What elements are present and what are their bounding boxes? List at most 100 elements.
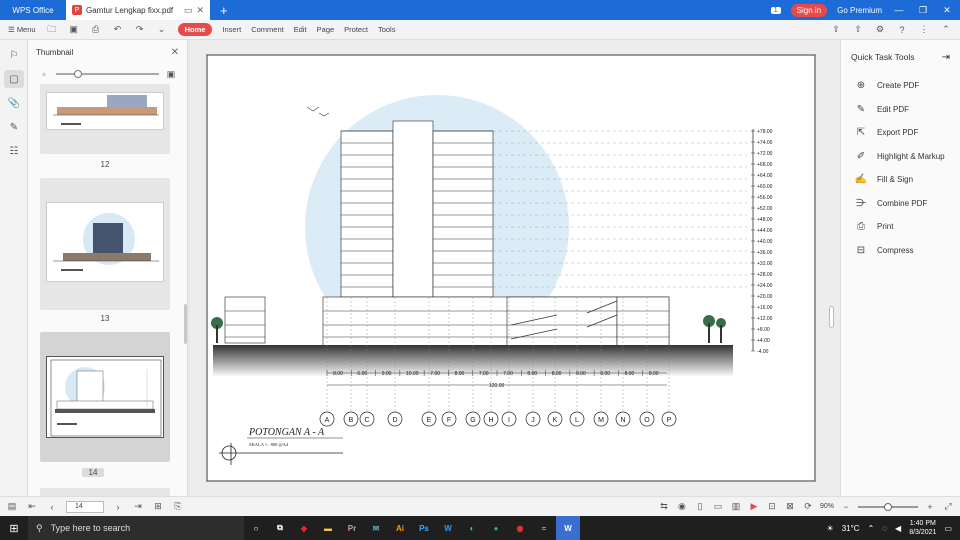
wps-taskbar-icon[interactable]: W bbox=[556, 516, 580, 540]
tab-edit[interactable]: Edit bbox=[294, 25, 307, 34]
go-premium-link[interactable]: Go Premium bbox=[837, 6, 882, 15]
attachment-icon[interactable]: 📎 bbox=[4, 94, 24, 112]
combine-pdf-tool[interactable]: ⋺ Combine PDF bbox=[841, 192, 960, 216]
mail-icon[interactable]: ✉ bbox=[364, 516, 388, 540]
thumbnail-page-13[interactable] bbox=[40, 178, 170, 310]
upload-icon[interactable]: ⇧ bbox=[852, 24, 864, 35]
add-page-icon[interactable]: ⊞ bbox=[152, 501, 164, 512]
close-thumbnail-icon[interactable]: ✕ bbox=[171, 47, 179, 58]
msi-icon[interactable]: ≈ bbox=[532, 516, 556, 540]
chrome-icon[interactable]: ◉ bbox=[508, 516, 532, 540]
open-folder-icon[interactable]: 🗀 bbox=[46, 24, 58, 35]
notification-icon[interactable]: ▭ bbox=[944, 524, 952, 533]
thumbnail-page-next[interactable] bbox=[40, 488, 170, 496]
more-icon[interactable]: ⋮ bbox=[918, 24, 930, 35]
fullscreen-icon[interactable]: ⤢ bbox=[942, 501, 954, 512]
premiere-icon[interactable]: Pr bbox=[340, 516, 364, 540]
export-pdf-tool[interactable]: ⇱ Export PDF bbox=[841, 121, 960, 145]
zoom-level[interactable]: 90% bbox=[820, 503, 834, 510]
thumbnail-page-14[interactable] bbox=[40, 332, 170, 462]
thumbnail-zoom-slider[interactable] bbox=[56, 70, 159, 78]
create-pdf-tool[interactable]: ⊕ Create PDF bbox=[841, 74, 960, 98]
network-icon[interactable]: ◌ bbox=[882, 524, 887, 533]
single-page-icon[interactable]: ▯ bbox=[694, 501, 706, 512]
print-tool[interactable]: ⎙ Print bbox=[841, 215, 960, 239]
redo-icon[interactable]: ↷ bbox=[134, 24, 146, 35]
fit-width-icon[interactable]: ⊠ bbox=[784, 501, 796, 512]
tab-home[interactable]: Home bbox=[177, 23, 213, 36]
sign-in-button[interactable]: Sign in bbox=[790, 3, 828, 17]
collapse-ribbon-icon[interactable]: ⌃ bbox=[940, 24, 952, 35]
compress-tool[interactable]: ⊟ Compress bbox=[841, 239, 960, 263]
zoom-out-icon[interactable]: − bbox=[840, 502, 852, 512]
tab-tools[interactable]: Tools bbox=[378, 25, 396, 34]
zoom-slider[interactable] bbox=[858, 502, 918, 511]
fill-sign-tool[interactable]: ✍ Fill & Sign bbox=[841, 168, 960, 192]
weather-icon[interactable]: ☀ bbox=[827, 524, 834, 533]
tab-protect[interactable]: Protect bbox=[344, 25, 368, 34]
edit-pdf-tool[interactable]: ✎ Edit PDF bbox=[841, 98, 960, 122]
illustrator-icon[interactable]: Ai bbox=[388, 516, 412, 540]
help-icon[interactable]: ? bbox=[896, 25, 908, 35]
clock[interactable]: 1:40 PM 8/3/2021 bbox=[909, 519, 936, 537]
image-large-icon[interactable]: ▣ bbox=[165, 69, 177, 79]
fit-page-icon[interactable]: ⊡ bbox=[766, 501, 778, 512]
restore-icon[interactable]: ❐ bbox=[916, 5, 930, 16]
continuous-page-icon[interactable]: ▭ bbox=[712, 501, 724, 512]
share-icon[interactable]: ⇪ bbox=[830, 24, 842, 35]
settings-icon[interactable]: ⚙ bbox=[874, 24, 886, 35]
thumbnail-icon[interactable]: ▢ bbox=[4, 70, 24, 88]
translate-icon[interactable]: ⇆ bbox=[658, 501, 670, 512]
annotation-list-icon[interactable]: ☷ bbox=[4, 142, 24, 160]
last-page-icon[interactable]: ⇥ bbox=[132, 501, 144, 512]
rotate-icon[interactable]: ⟳ bbox=[802, 501, 814, 512]
extract-icon[interactable]: ⎘ bbox=[172, 501, 184, 512]
highlight-tool[interactable]: ✐ Highlight & Markup bbox=[841, 145, 960, 169]
thumbnail-page-12[interactable] bbox=[40, 84, 170, 154]
first-page-icon[interactable]: ⇤ bbox=[26, 501, 38, 512]
tray-chevron-icon[interactable]: ⌃ bbox=[868, 524, 875, 533]
windows-start-icon[interactable]: ⊞ bbox=[0, 522, 28, 535]
tab-insert[interactable]: Insert bbox=[222, 25, 241, 34]
spotify-icon[interactable]: ● bbox=[484, 516, 508, 540]
file-explorer-icon[interactable]: ▬ bbox=[316, 516, 340, 540]
photoshop-icon[interactable]: Ps bbox=[412, 516, 436, 540]
next-page-icon[interactable]: › bbox=[112, 502, 124, 512]
undo-icon[interactable]: ↶ bbox=[112, 24, 124, 35]
page-number-input[interactable]: 14 bbox=[66, 500, 104, 513]
cortana-icon[interactable]: ○ bbox=[244, 516, 268, 540]
word-icon[interactable]: W bbox=[436, 516, 460, 540]
close-window-icon[interactable]: ✕ bbox=[940, 5, 954, 16]
task-view-icon[interactable]: ⧉ bbox=[268, 516, 292, 540]
stamp-icon[interactable]: ✎ bbox=[4, 118, 24, 136]
document-tab[interactable]: P Gamtur Lengkap fixx.pdf ▭ ✕ bbox=[66, 0, 210, 20]
collapse-panel-icon[interactable]: ⇥ bbox=[942, 52, 950, 63]
play-icon[interactable]: ▶ bbox=[748, 501, 760, 512]
wps-office-tab[interactable]: WPS Office bbox=[0, 0, 66, 20]
print-toolbar-icon[interactable]: ⎙ bbox=[90, 24, 102, 35]
zoom-knob[interactable] bbox=[884, 502, 892, 511]
bookmark-icon[interactable]: ⚐ bbox=[4, 46, 24, 64]
new-tab-button[interactable]: + bbox=[220, 3, 228, 18]
image-small-icon[interactable]: ▫ bbox=[38, 69, 50, 79]
temperature[interactable]: 31°C bbox=[842, 524, 860, 533]
prev-page-icon[interactable]: ‹ bbox=[46, 502, 58, 512]
zoom-in-icon[interactable]: + bbox=[924, 502, 936, 512]
document-vertical-scrollbar[interactable] bbox=[829, 306, 834, 328]
eye-mode-icon[interactable]: ◉ bbox=[676, 501, 688, 512]
save-icon[interactable]: ▣ bbox=[68, 24, 80, 35]
dropdown-chevron-icon[interactable]: ⌄ bbox=[156, 24, 168, 35]
volume-icon[interactable]: ◀ bbox=[895, 524, 901, 533]
book-view-icon[interactable]: ▥ bbox=[730, 501, 742, 512]
minimize-icon[interactable]: — bbox=[892, 5, 906, 15]
game-app-icon[interactable]: ◆ bbox=[292, 516, 316, 540]
sidebar-toggle-icon[interactable]: ▤ bbox=[6, 501, 18, 512]
edge-icon[interactable]: ◐ bbox=[460, 516, 484, 540]
window-count-badge[interactable]: 1 bbox=[770, 6, 781, 14]
tab-page[interactable]: Page bbox=[317, 25, 335, 34]
tab-screen-icon[interactable]: ▭ bbox=[184, 5, 193, 16]
thumbnail-zoom-knob[interactable] bbox=[74, 70, 82, 78]
menu-button[interactable]: ☰ Menu bbox=[8, 25, 36, 34]
tab-comment[interactable]: Comment bbox=[251, 25, 284, 34]
thumbnail-scrollbar[interactable] bbox=[184, 304, 187, 344]
